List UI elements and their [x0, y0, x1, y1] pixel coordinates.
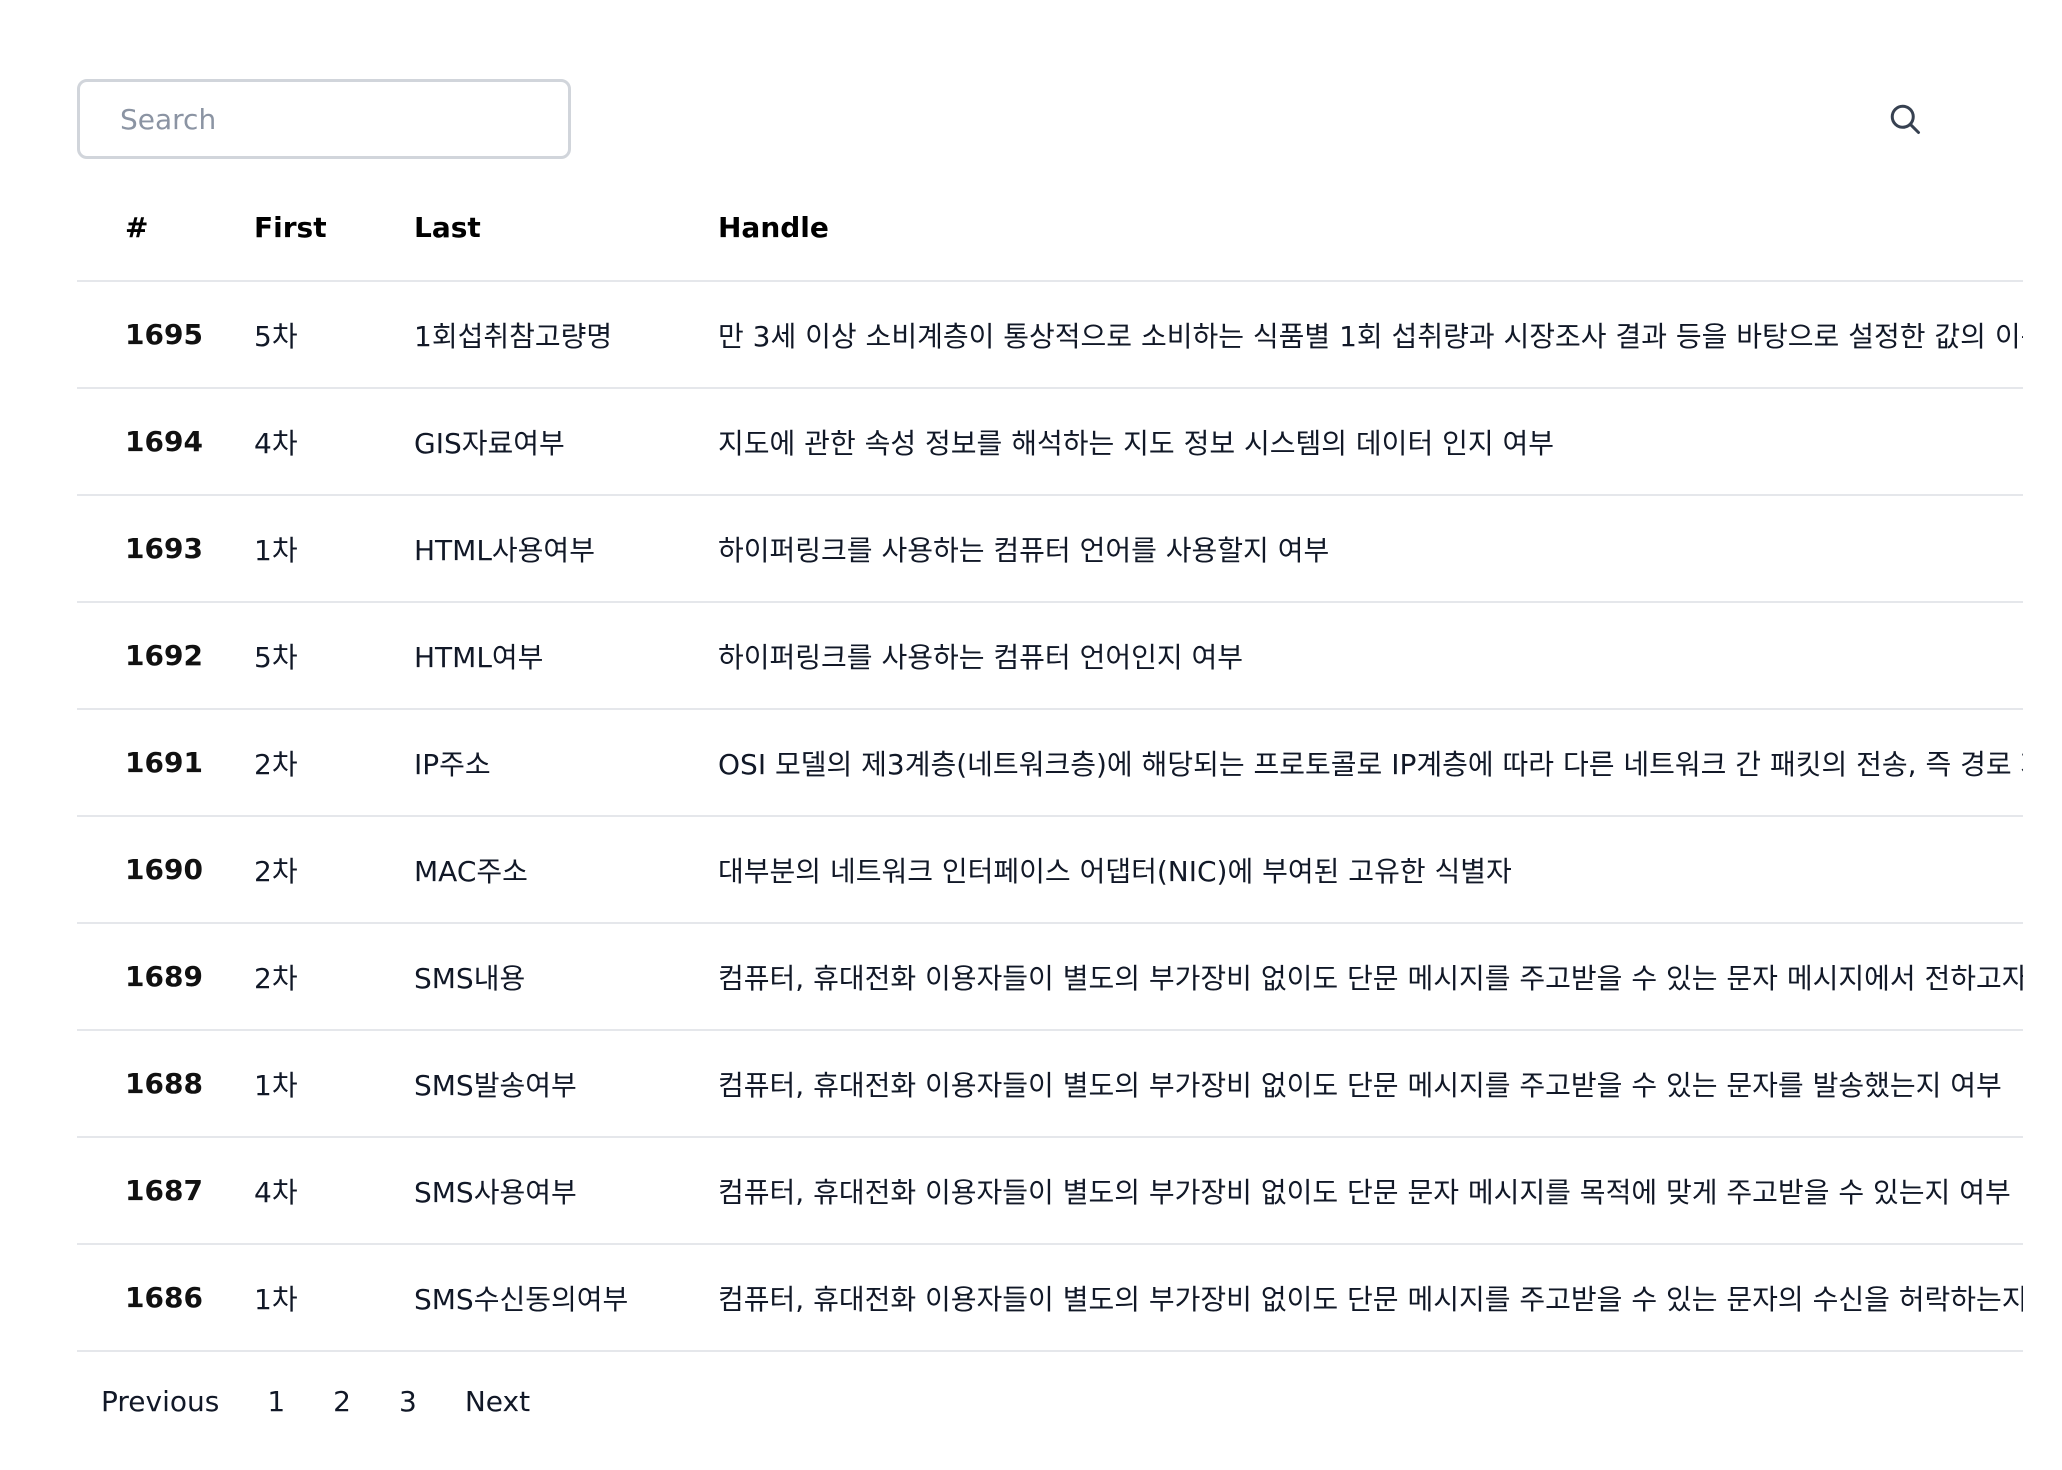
cell-last: SMS내용	[402, 923, 706, 1031]
cell-last: IP주소	[402, 709, 706, 817]
cell-num: 1686	[77, 1244, 242, 1352]
cell-num: 1695	[77, 281, 242, 389]
cell-last: 1회섭취참고량명	[402, 281, 706, 389]
cell-last: SMS수신동의여부	[402, 1244, 706, 1352]
table-header: # First Last Handle	[77, 175, 2023, 282]
cell-last: SMS사용여부	[402, 1137, 706, 1245]
table-row: 1690 2차 MAC주소 대부분의 네트워크 인터페이스 어댑터(NIC)에 …	[77, 816, 2023, 924]
cell-num: 1690	[77, 816, 242, 924]
search-bar	[77, 79, 2023, 159]
cell-handle: 컴퓨터, 휴대전화 이용자들이 별도의 부가장비 없이도 단문 문자 메시지를 …	[706, 1137, 2023, 1245]
data-table-container: # First Last Handle 1695 5차 1회섭취참고량명 만 3…	[77, 175, 2023, 1352]
cell-num: 1692	[77, 602, 242, 710]
table-row: 1694 4차 GIS자료여부 지도에 관한 속성 정보를 해석하는 지도 정보…	[77, 388, 2023, 496]
cell-handle: 하이퍼링크를 사용하는 컴퓨터 언어를 사용할지 여부	[706, 495, 2023, 603]
cell-num: 1691	[77, 709, 242, 817]
table-row: 1693 1차 HTML사용여부 하이퍼링크를 사용하는 컴퓨터 언어를 사용할…	[77, 495, 2023, 603]
column-header-num: #	[77, 175, 242, 282]
table-row: 1689 2차 SMS내용 컴퓨터, 휴대전화 이용자들이 별도의 부가장비 없…	[77, 923, 2023, 1031]
pagination-page-1[interactable]: 1	[243, 1379, 309, 1424]
cell-first: 2차	[242, 709, 402, 817]
column-header-first: First	[242, 175, 402, 282]
cell-first: 2차	[242, 816, 402, 924]
pagination-page-3[interactable]: 3	[375, 1379, 441, 1424]
cell-handle: 만 3세 이상 소비계층이 통상적으로 소비하는 식품별 1회 섭취량과 시장조…	[706, 281, 2023, 389]
cell-first: 2차	[242, 923, 402, 1031]
cell-handle: 지도에 관한 속성 정보를 해석하는 지도 정보 시스템의 데이터 인지 여부	[706, 388, 2023, 496]
page: # First Last Handle 1695 5차 1회섭취참고량명 만 3…	[0, 0, 2062, 1470]
cell-first: 1차	[242, 1030, 402, 1138]
table-row: 1687 4차 SMS사용여부 컴퓨터, 휴대전화 이용자들이 별도의 부가장비…	[77, 1137, 2023, 1245]
pagination-next[interactable]: Next	[441, 1379, 554, 1424]
cell-num: 1694	[77, 388, 242, 496]
cell-handle: 컴퓨터, 휴대전화 이용자들이 별도의 부가장비 없이도 단문 메시지를 주고받…	[706, 923, 2023, 1031]
cell-first: 5차	[242, 602, 402, 710]
cell-first: 5차	[242, 281, 402, 389]
cell-handle: 하이퍼링크를 사용하는 컴퓨터 언어인지 여부	[706, 602, 2023, 710]
cell-last: SMS발송여부	[402, 1030, 706, 1138]
column-header-last: Last	[402, 175, 706, 282]
column-header-handle: Handle	[706, 175, 2023, 282]
table-body: 1695 5차 1회섭취참고량명 만 3세 이상 소비계층이 통상적으로 소비하…	[77, 281, 2023, 1352]
pagination: Previous 1 2 3 Next	[77, 1376, 554, 1426]
cell-num: 1689	[77, 923, 242, 1031]
cell-num: 1693	[77, 495, 242, 603]
cell-last: HTML사용여부	[402, 495, 706, 603]
search-button[interactable]	[1885, 99, 1925, 139]
cell-first: 4차	[242, 1137, 402, 1245]
cell-first: 4차	[242, 388, 402, 496]
cell-last: GIS자료여부	[402, 388, 706, 496]
cell-handle: 컴퓨터, 휴대전화 이용자들이 별도의 부가장비 없이도 단문 메시지를 주고받…	[706, 1030, 2023, 1138]
pagination-page-2[interactable]: 2	[309, 1379, 375, 1424]
search-icon	[1890, 104, 1920, 134]
search-input[interactable]	[77, 79, 571, 159]
cell-first: 1차	[242, 495, 402, 603]
cell-num: 1688	[77, 1030, 242, 1138]
table-row: 1691 2차 IP주소 OSI 모델의 제3계층(네트워크층)에 해당되는 프…	[77, 709, 2023, 817]
table-header-row: # First Last Handle	[77, 175, 2023, 282]
table-row: 1695 5차 1회섭취참고량명 만 3세 이상 소비계층이 통상적으로 소비하…	[77, 281, 2023, 389]
pagination-previous[interactable]: Previous	[77, 1379, 243, 1424]
cell-first: 1차	[242, 1244, 402, 1352]
cell-num: 1687	[77, 1137, 242, 1245]
table-row: 1688 1차 SMS발송여부 컴퓨터, 휴대전화 이용자들이 별도의 부가장비…	[77, 1030, 2023, 1138]
cell-handle: OSI 모델의 제3계층(네트워크층)에 해당되는 프로토콜로 IP계층에 따라…	[706, 709, 2023, 817]
table-row: 1692 5차 HTML여부 하이퍼링크를 사용하는 컴퓨터 언어인지 여부	[77, 602, 2023, 710]
table-row: 1686 1차 SMS수신동의여부 컴퓨터, 휴대전화 이용자들이 별도의 부가…	[77, 1244, 2023, 1352]
data-table: # First Last Handle 1695 5차 1회섭취참고량명 만 3…	[77, 175, 2023, 1352]
cell-last: HTML여부	[402, 602, 706, 710]
cell-last: MAC주소	[402, 816, 706, 924]
cell-handle: 컴퓨터, 휴대전화 이용자들이 별도의 부가장비 없이도 단문 메시지를 주고받…	[706, 1244, 2023, 1352]
cell-handle: 대부분의 네트워크 인터페이스 어댑터(NIC)에 부여된 고유한 식별자	[706, 816, 2023, 924]
